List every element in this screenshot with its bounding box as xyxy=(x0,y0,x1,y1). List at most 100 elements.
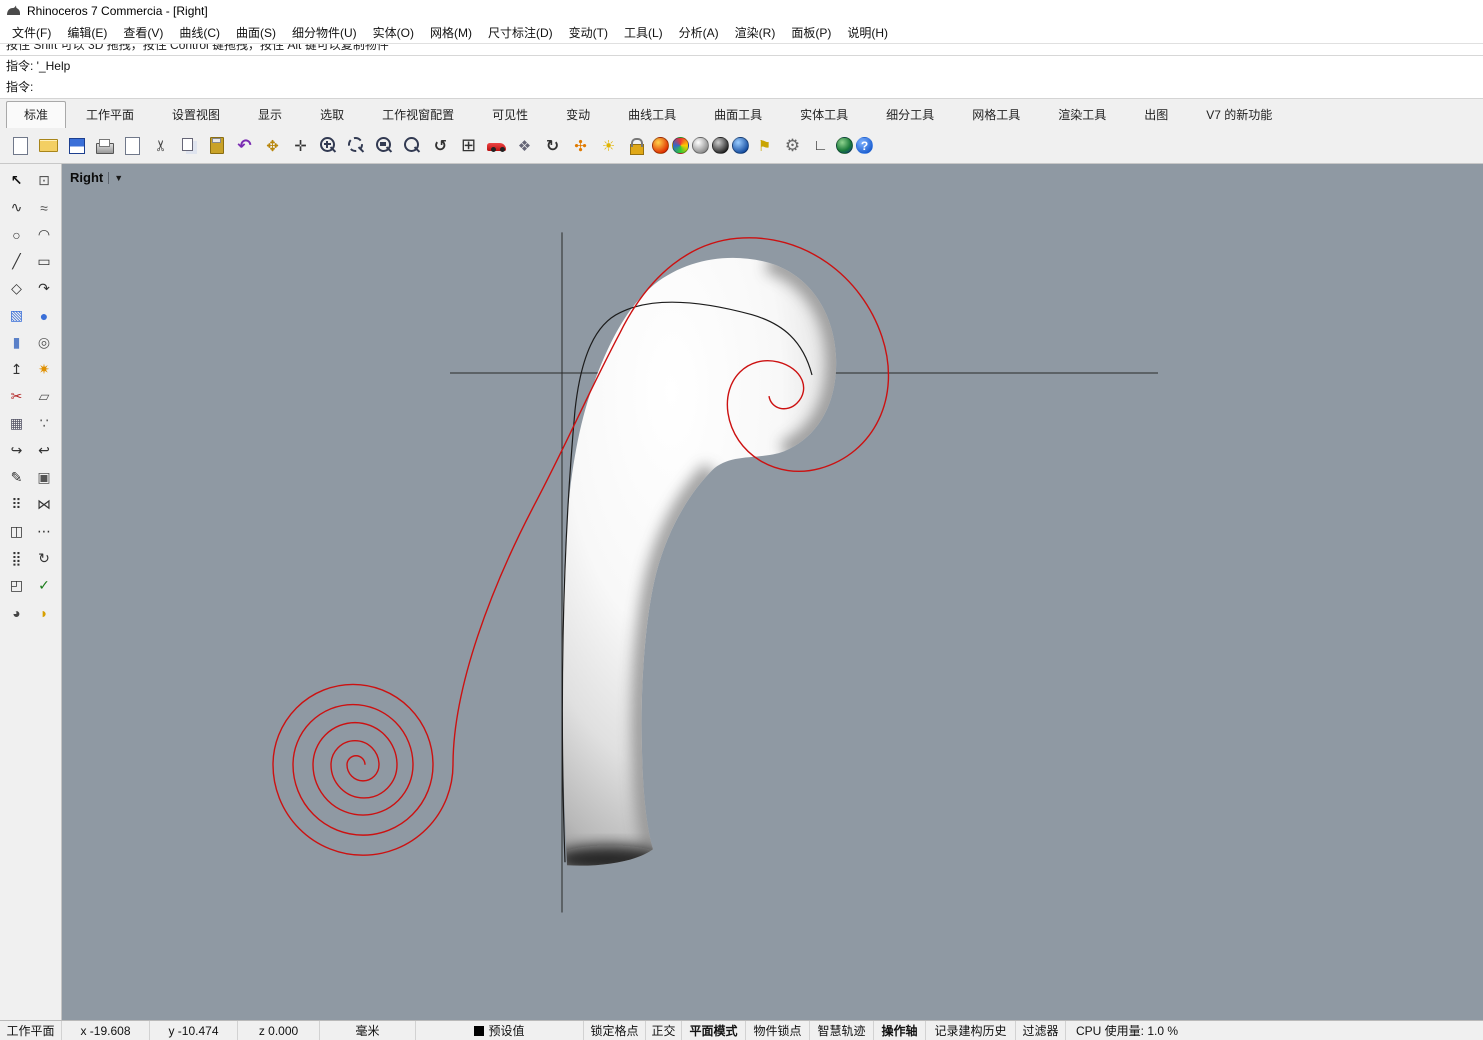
menu-subd[interactable]: 细分物件(U) xyxy=(284,22,365,43)
menu-help[interactable]: 说明(H) xyxy=(839,22,896,43)
status-record-history[interactable]: 记录建构历史 xyxy=(926,1021,1016,1040)
viewport-canvas[interactable] xyxy=(62,164,1483,1020)
sweep-icon[interactable]: ◗ xyxy=(32,600,57,625)
cylinder-icon[interactable]: ▮ xyxy=(4,330,29,355)
save-icon[interactable] xyxy=(64,133,89,158)
render-icon[interactable] xyxy=(652,137,669,154)
tab-subd-tools[interactable]: 细分工具 xyxy=(868,101,952,128)
named-views-icon[interactable] xyxy=(484,133,509,158)
tab-select[interactable]: 选取 xyxy=(302,101,362,128)
curve-edit-icon[interactable]: ↷ xyxy=(32,276,57,301)
tab-transform[interactable]: 变动 xyxy=(548,101,608,128)
filter-flag-icon[interactable]: ⚑ xyxy=(752,133,777,158)
new-file-icon[interactable] xyxy=(8,133,33,158)
tab-visibility[interactable]: 可见性 xyxy=(474,101,546,128)
tab-drafting[interactable]: 出图 xyxy=(1126,101,1186,128)
group-icon[interactable]: ◫ xyxy=(4,519,29,544)
menu-solid[interactable]: 实体(O) xyxy=(365,22,422,43)
chamfer-icon[interactable]: ↩ xyxy=(32,438,57,463)
render-preview-icon[interactable] xyxy=(672,137,689,154)
tab-display[interactable]: 显示 xyxy=(240,101,300,128)
zoom-window-icon[interactable] xyxy=(344,133,369,158)
extrude-icon[interactable]: ↥ xyxy=(4,357,29,382)
undo-icon[interactable]: ↶ xyxy=(232,133,257,158)
menu-transform[interactable]: 变动(T) xyxy=(561,22,616,43)
rhino-logo-icon[interactable] xyxy=(5,3,21,19)
menu-view[interactable]: 查看(V) xyxy=(115,22,171,43)
export-page-icon[interactable] xyxy=(120,133,145,158)
tab-set-view[interactable]: 设置视图 xyxy=(154,101,238,128)
status-osnap[interactable]: 物件锁点 xyxy=(746,1021,810,1040)
menu-mesh[interactable]: 网格(M) xyxy=(422,22,480,43)
history-icon[interactable]: ↻ xyxy=(32,546,57,571)
status-gumball[interactable]: 操作轴 xyxy=(874,1021,926,1040)
light-icon[interactable]: ☀ xyxy=(596,133,621,158)
zoom-extents-icon[interactable] xyxy=(400,133,425,158)
earbud-surface[interactable] xyxy=(562,258,836,866)
tab-mesh-tools[interactable]: 网格工具 xyxy=(954,101,1038,128)
cplane-axis-icon[interactable]: ∟ xyxy=(808,133,833,158)
rectangle-icon[interactable]: ▭ xyxy=(32,249,57,274)
status-filter[interactable]: 过滤器 xyxy=(1016,1021,1066,1040)
ellipse-icon[interactable]: ◇ xyxy=(4,276,29,301)
mirror-icon[interactable]: ⋈ xyxy=(32,492,57,517)
gumball-icon[interactable]: ✣ xyxy=(568,133,593,158)
pan-icon[interactable]: ✥ xyxy=(260,133,285,158)
open-file-icon[interactable] xyxy=(36,133,61,158)
tab-viewport-layout[interactable]: 工作视窗配置 xyxy=(364,101,472,128)
paste-tool-icon[interactable]: ▣ xyxy=(32,465,57,490)
tab-curve-tools[interactable]: 曲线工具 xyxy=(610,101,694,128)
rotate-view-icon[interactable]: ↺ xyxy=(428,133,453,158)
more-tools-icon[interactable]: ⋯ xyxy=(32,519,57,544)
paste-icon[interactable] xyxy=(204,133,229,158)
surface-icon[interactable]: ▦ xyxy=(4,411,29,436)
shade-icon[interactable]: ◕ xyxy=(4,600,29,625)
status-layer[interactable]: 预设值 xyxy=(416,1021,584,1040)
annotate-icon[interactable]: ✎ xyxy=(4,465,29,490)
shaded-ball-icon[interactable] xyxy=(692,137,709,154)
copy-icon[interactable] xyxy=(176,133,201,158)
earth-icon[interactable] xyxy=(836,137,853,154)
status-units[interactable]: 毫米 xyxy=(320,1021,416,1040)
chevron-down-icon[interactable]: ▼ xyxy=(114,173,123,183)
fillet-icon[interactable]: ↪ xyxy=(4,438,29,463)
trim-icon[interactable]: ✂ xyxy=(4,384,29,409)
menu-dimension[interactable]: 尺寸标注(D) xyxy=(480,22,561,43)
arc-icon[interactable]: ◠ xyxy=(32,222,57,247)
zoom-dynamic-icon[interactable] xyxy=(316,133,341,158)
lock-icon[interactable] xyxy=(624,133,649,158)
display-mode-icon[interactable]: ❖ xyxy=(512,133,537,158)
points-on-icon[interactable]: ∵ xyxy=(32,411,57,436)
four-viewports-icon[interactable]: ⊞ xyxy=(456,133,481,158)
viewport-title-dropdown[interactable]: Right ▼ xyxy=(70,170,123,185)
redo-view-icon[interactable]: ↻ xyxy=(540,133,565,158)
tab-solid-tools[interactable]: 实体工具 xyxy=(782,101,866,128)
move-view-icon[interactable]: ✛ xyxy=(288,133,313,158)
help-icon[interactable]: ? xyxy=(856,137,873,154)
menu-edit[interactable]: 编辑(E) xyxy=(59,22,115,43)
cone-icon[interactable]: ◎ xyxy=(32,330,57,355)
status-ortho[interactable]: 正交 xyxy=(646,1021,682,1040)
box-icon[interactable]: ▧ xyxy=(4,303,29,328)
tab-cplane[interactable]: 工作平面 xyxy=(68,101,152,128)
menu-analyze[interactable]: 分析(A) xyxy=(671,22,727,43)
check-icon[interactable]: ✓ xyxy=(32,573,57,598)
tab-render-tools[interactable]: 渲染工具 xyxy=(1040,101,1124,128)
boolean-icon[interactable]: ◰ xyxy=(4,573,29,598)
status-grid-snap[interactable]: 锁定格点 xyxy=(584,1021,646,1040)
tab-standard[interactable]: 标准 xyxy=(6,101,66,128)
control-point-curve-icon[interactable]: ≈ xyxy=(32,195,57,220)
menu-panels[interactable]: 面板(P) xyxy=(783,22,839,43)
grid-snap-icon[interactable]: ⣿ xyxy=(4,546,29,571)
array-icon[interactable]: ⠿ xyxy=(4,492,29,517)
select-arrow-icon[interactable]: ↖ xyxy=(4,168,29,193)
line-icon[interactable]: ╱ xyxy=(4,249,29,274)
status-planar-mode[interactable]: 平面模式 xyxy=(682,1021,746,1040)
tab-surface-tools[interactable]: 曲面工具 xyxy=(696,101,780,128)
rendered-ball-icon[interactable] xyxy=(712,137,729,154)
sphere-icon[interactable]: ● xyxy=(32,303,57,328)
selection-filter-icon[interactable]: ⊡ xyxy=(32,168,57,193)
curve-icon[interactable]: ∿ xyxy=(4,195,29,220)
circle-icon[interactable]: ○ xyxy=(4,222,29,247)
viewport-right[interactable]: Right ▼ xyxy=(62,164,1483,1020)
